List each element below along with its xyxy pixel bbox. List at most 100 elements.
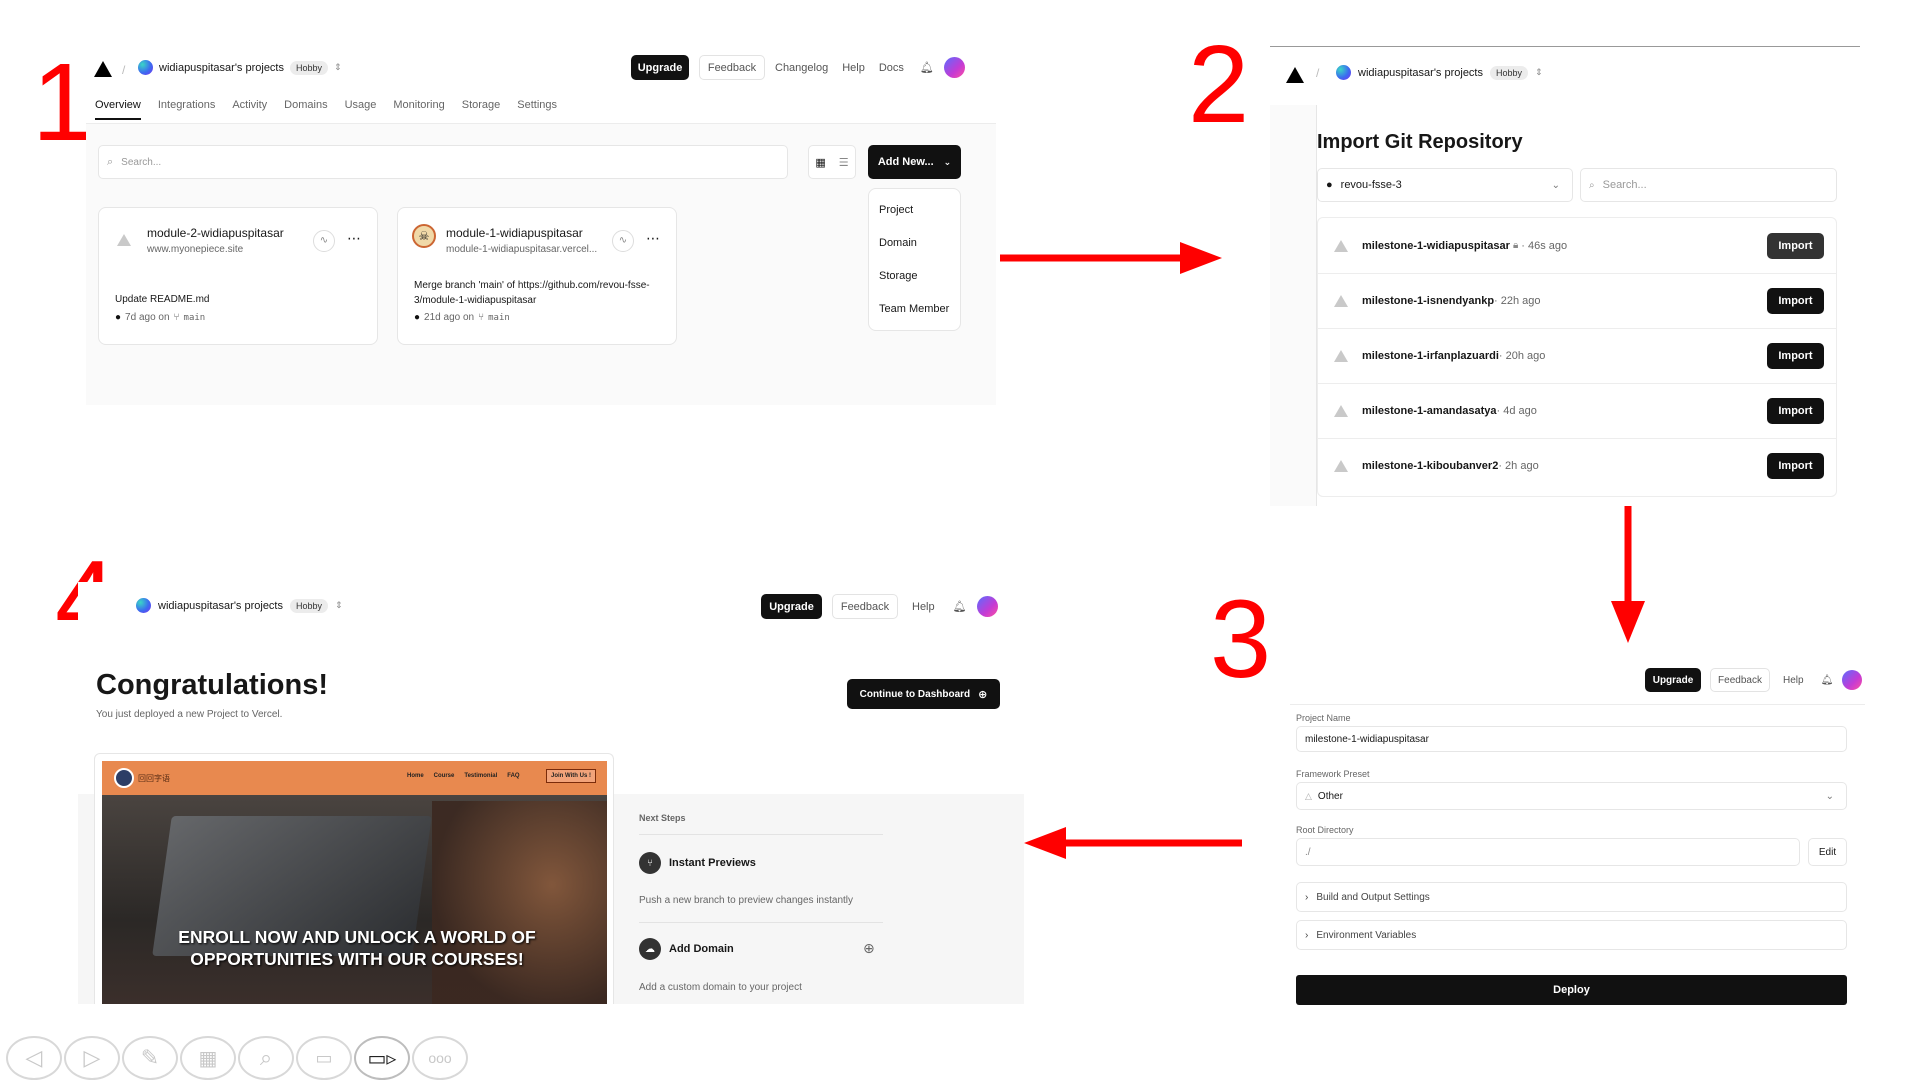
- import-button[interactable]: Import: [1767, 398, 1824, 424]
- deployment-preview[interactable]: 回回字语 Home Course Testimonial FAQ Join Wi…: [102, 761, 607, 1004]
- upgrade-button[interactable]: Upgrade: [1645, 668, 1701, 692]
- import-button[interactable]: Import: [1767, 453, 1824, 479]
- bell-icon[interactable]: 🔔︎: [1821, 675, 1834, 686]
- import-button[interactable]: Import: [1767, 288, 1824, 314]
- repo-time: · 22h ago: [1494, 295, 1541, 307]
- add-new-button[interactable]: Add New... ⌄: [868, 145, 961, 179]
- search-icon: ⌕: [1589, 179, 1595, 191]
- menu-item-domain[interactable]: Domain: [879, 237, 917, 249]
- tab-overview[interactable]: Overview: [95, 99, 141, 120]
- import-button[interactable]: Import: [1767, 232, 1824, 259]
- feedback-button[interactable]: Feedback: [832, 594, 898, 619]
- menu-item-project[interactable]: Project: [879, 204, 913, 216]
- upgrade-button[interactable]: Upgrade: [761, 594, 822, 619]
- list-view-icon[interactable]: ☰: [839, 156, 849, 169]
- more-options-icon[interactable]: ooo: [412, 1036, 468, 1080]
- arrow-left-icon: [1024, 827, 1242, 859]
- project-name-label: Project Name: [1296, 713, 1351, 723]
- previous-slide-icon[interactable]: ◁: [6, 1036, 62, 1080]
- preview-logo-icon: [114, 768, 134, 788]
- step-number-3: 3: [1210, 578, 1272, 701]
- subtitles-icon[interactable]: ▭: [296, 1036, 352, 1080]
- branch-icon: ⑂: [639, 852, 661, 874]
- plan-badge: Hobby: [290, 598, 329, 613]
- framework-select[interactable]: △ Other ⌄: [1296, 782, 1847, 810]
- project-url[interactable]: www.myonepiece.site: [147, 244, 243, 255]
- env-vars-section[interactable]: › Environment Variables: [1296, 920, 1847, 950]
- tab-domains[interactable]: Domains: [284, 99, 327, 120]
- root-directory-input[interactable]: ./: [1296, 838, 1800, 866]
- view-toggle[interactable]: ▦ ☰: [808, 145, 856, 179]
- step-number-1: 1: [32, 41, 94, 164]
- user-avatar[interactable]: [976, 596, 998, 617]
- feedback-button[interactable]: Feedback: [1710, 668, 1770, 692]
- project-name-input[interactable]: milestone-1-widiapuspitasar: [1296, 726, 1847, 752]
- edit-button[interactable]: Edit: [1808, 838, 1847, 866]
- slides-grid-icon[interactable]: ▦: [180, 1036, 236, 1080]
- deploy-button[interactable]: Deploy: [1296, 975, 1847, 1005]
- root-directory-label: Root Directory: [1296, 825, 1354, 835]
- preview-nav-course: Course: [433, 773, 455, 779]
- chevron-updown-icon[interactable]: ⇕: [334, 62, 342, 73]
- search-input[interactable]: ⌕ Search...: [98, 145, 788, 179]
- upgrade-button[interactable]: Upgrade: [631, 55, 689, 80]
- project-name[interactable]: module-2-widiapuspitasar: [147, 226, 284, 240]
- repo-search-input[interactable]: ⌕ Search...: [1580, 168, 1837, 202]
- tab-usage[interactable]: Usage: [345, 99, 377, 120]
- arrow-down-icon: [1611, 505, 1645, 643]
- menu-item-storage[interactable]: Storage: [879, 270, 918, 282]
- more-options-icon[interactable]: ⋯: [646, 230, 660, 247]
- repo-icon: [1334, 239, 1348, 252]
- plan-badge: Hobby: [1490, 65, 1529, 80]
- user-avatar[interactable]: [943, 57, 965, 78]
- chevron-updown-icon[interactable]: ⇕: [335, 600, 343, 611]
- project-scope[interactable]: widiapuspitasar's projects: [159, 62, 284, 74]
- team-avatar: [138, 60, 153, 75]
- help-link[interactable]: Help: [842, 62, 865, 74]
- help-link[interactable]: Help: [912, 601, 935, 613]
- docs-link[interactable]: Docs: [879, 62, 904, 74]
- help-link[interactable]: Help: [1783, 675, 1804, 686]
- next-steps-label: Next Steps: [639, 813, 686, 823]
- import-button[interactable]: Import: [1767, 343, 1824, 369]
- next-slide-icon[interactable]: ▷: [64, 1036, 120, 1080]
- pen-icon[interactable]: ✎: [122, 1036, 178, 1080]
- repo-icon: [1334, 295, 1348, 307]
- build-settings-section[interactable]: › Build and Output Settings: [1296, 882, 1847, 912]
- feedback-button[interactable]: Feedback: [699, 55, 765, 80]
- tab-storage[interactable]: Storage: [462, 99, 501, 120]
- tab-activity[interactable]: Activity: [232, 99, 267, 120]
- continue-to-dashboard-button[interactable]: Continue to Dashboard ⊕: [847, 679, 1000, 709]
- arrow-circle-right-icon[interactable]: ⊕: [863, 940, 875, 957]
- page-title: Congratulations!: [96, 669, 328, 701]
- activity-icon[interactable]: ∿: [612, 230, 634, 252]
- project-card[interactable]: ☠ module-1-widiapuspitasar module-1-widi…: [397, 207, 677, 345]
- project-url[interactable]: module-1-widiapuspitasar.vercel...: [446, 244, 606, 255]
- git-scope-select[interactable]: ● revou-fsse-3 ⌄: [1317, 168, 1573, 202]
- more-options-icon[interactable]: ⋯: [347, 230, 361, 247]
- chevron-updown-icon[interactable]: ⇕: [1535, 67, 1543, 78]
- preview-logo-text: 回回字语: [138, 773, 170, 783]
- bell-icon[interactable]: 🔔︎: [953, 600, 967, 613]
- commit-message: Update README.md: [115, 294, 210, 305]
- project-scope[interactable]: widiapuspitasar's projects: [1358, 67, 1483, 79]
- menu-item-team-member[interactable]: Team Member: [879, 303, 949, 315]
- tab-settings[interactable]: Settings: [517, 99, 557, 120]
- project-card[interactable]: module-2-widiapuspitasar www.myonepiece.…: [98, 207, 378, 345]
- tab-monitoring[interactable]: Monitoring: [393, 99, 444, 120]
- next-step-item[interactable]: ☁ Add Domain: [639, 938, 734, 960]
- next-step-item[interactable]: ⑂ Instant Previews: [639, 852, 756, 874]
- bell-icon[interactable]: 🔔︎: [920, 61, 934, 74]
- chevron-down-icon: ⌄: [1825, 790, 1834, 802]
- changelog-link[interactable]: Changelog: [775, 62, 828, 74]
- deployment-success-panel: widiapuspitasar's projects Hobby ⇕ Upgra…: [78, 582, 1024, 1004]
- user-avatar[interactable]: [1842, 670, 1863, 690]
- zoom-icon[interactable]: ⌕: [238, 1036, 294, 1080]
- project-scope[interactable]: widiapuspitasar's projects: [158, 600, 283, 612]
- grid-view-icon[interactable]: ▦: [815, 156, 825, 169]
- project-name[interactable]: module-1-widiapuspitasar: [446, 226, 583, 240]
- activity-icon[interactable]: ∿: [313, 230, 335, 252]
- tab-integrations[interactable]: Integrations: [158, 99, 215, 120]
- camera-icon[interactable]: ▭▹: [354, 1036, 410, 1080]
- branch-icon: ⑂: [478, 312, 485, 323]
